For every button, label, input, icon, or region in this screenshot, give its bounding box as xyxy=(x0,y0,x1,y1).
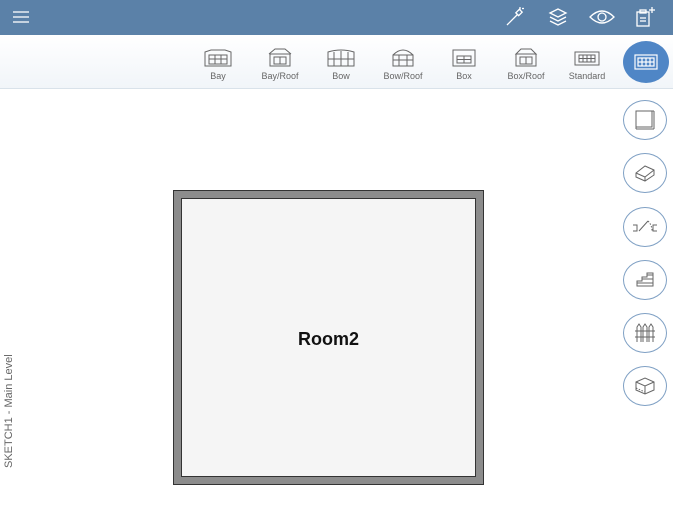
door-icon xyxy=(633,220,657,232)
top-bar xyxy=(0,0,673,35)
hamburger-menu-icon[interactable] xyxy=(8,4,34,30)
tool-standard[interactable]: Standard xyxy=(557,48,617,88)
bow-window-icon xyxy=(327,49,355,67)
box-3d-tool-button[interactable] xyxy=(623,366,667,406)
tool-bay[interactable]: Bay xyxy=(188,48,248,88)
tool-bow-roof[interactable]: Bow/Roof xyxy=(373,48,433,88)
tool-label: Box xyxy=(456,71,472,81)
room-floor: Room2 xyxy=(181,198,476,477)
tool-box-roof[interactable]: Box/Roof xyxy=(496,48,556,88)
layers-icon[interactable] xyxy=(545,4,571,30)
bay-roof-window-icon xyxy=(268,48,292,67)
tool-label: Bow/Roof xyxy=(383,71,423,81)
shape-tool-button[interactable] xyxy=(623,153,667,193)
tool-label: Bay xyxy=(210,71,226,81)
tool-label: Box/Roof xyxy=(507,71,545,81)
bow-roof-window-icon xyxy=(392,49,414,67)
tool-label: Standard xyxy=(568,71,606,81)
door-tool-button[interactable] xyxy=(623,207,667,247)
window-icon xyxy=(634,54,658,70)
fence-icon xyxy=(635,323,655,342)
shape-icon xyxy=(635,165,655,182)
room-label: Room2 xyxy=(297,329,359,349)
eye-icon[interactable] xyxy=(589,4,615,30)
tool-label: Bow xyxy=(332,71,350,81)
box-roof-window-icon xyxy=(514,48,538,67)
tool-box[interactable]: Box xyxy=(434,48,494,88)
bay-window-icon xyxy=(204,49,232,67)
stairs-tool-button[interactable] xyxy=(623,260,667,300)
tool-label: Bay/Roof xyxy=(261,71,299,81)
window-tool-button[interactable] xyxy=(623,41,669,83)
tool-bay-roof[interactable]: Bay/Roof xyxy=(250,48,310,88)
clipboard-add-icon[interactable] xyxy=(632,4,658,30)
level-label: SKETCH1 - Main Level xyxy=(3,354,15,468)
wall-icon xyxy=(635,110,655,130)
wall-tool-button[interactable] xyxy=(623,100,667,140)
fence-tool-button[interactable] xyxy=(623,313,667,353)
box-3d-icon xyxy=(635,377,655,395)
room-shape[interactable]: Room2 xyxy=(173,190,484,485)
tool-bow[interactable]: Bow xyxy=(311,48,371,88)
stairs-icon xyxy=(636,272,654,287)
window-toolbar: Bay Bay/Roof Bow Bow/Roof Box Box/Roof S… xyxy=(0,35,673,89)
box-window-icon xyxy=(452,49,476,67)
standard-window-icon xyxy=(574,51,600,66)
magic-wand-icon[interactable] xyxy=(501,4,527,30)
